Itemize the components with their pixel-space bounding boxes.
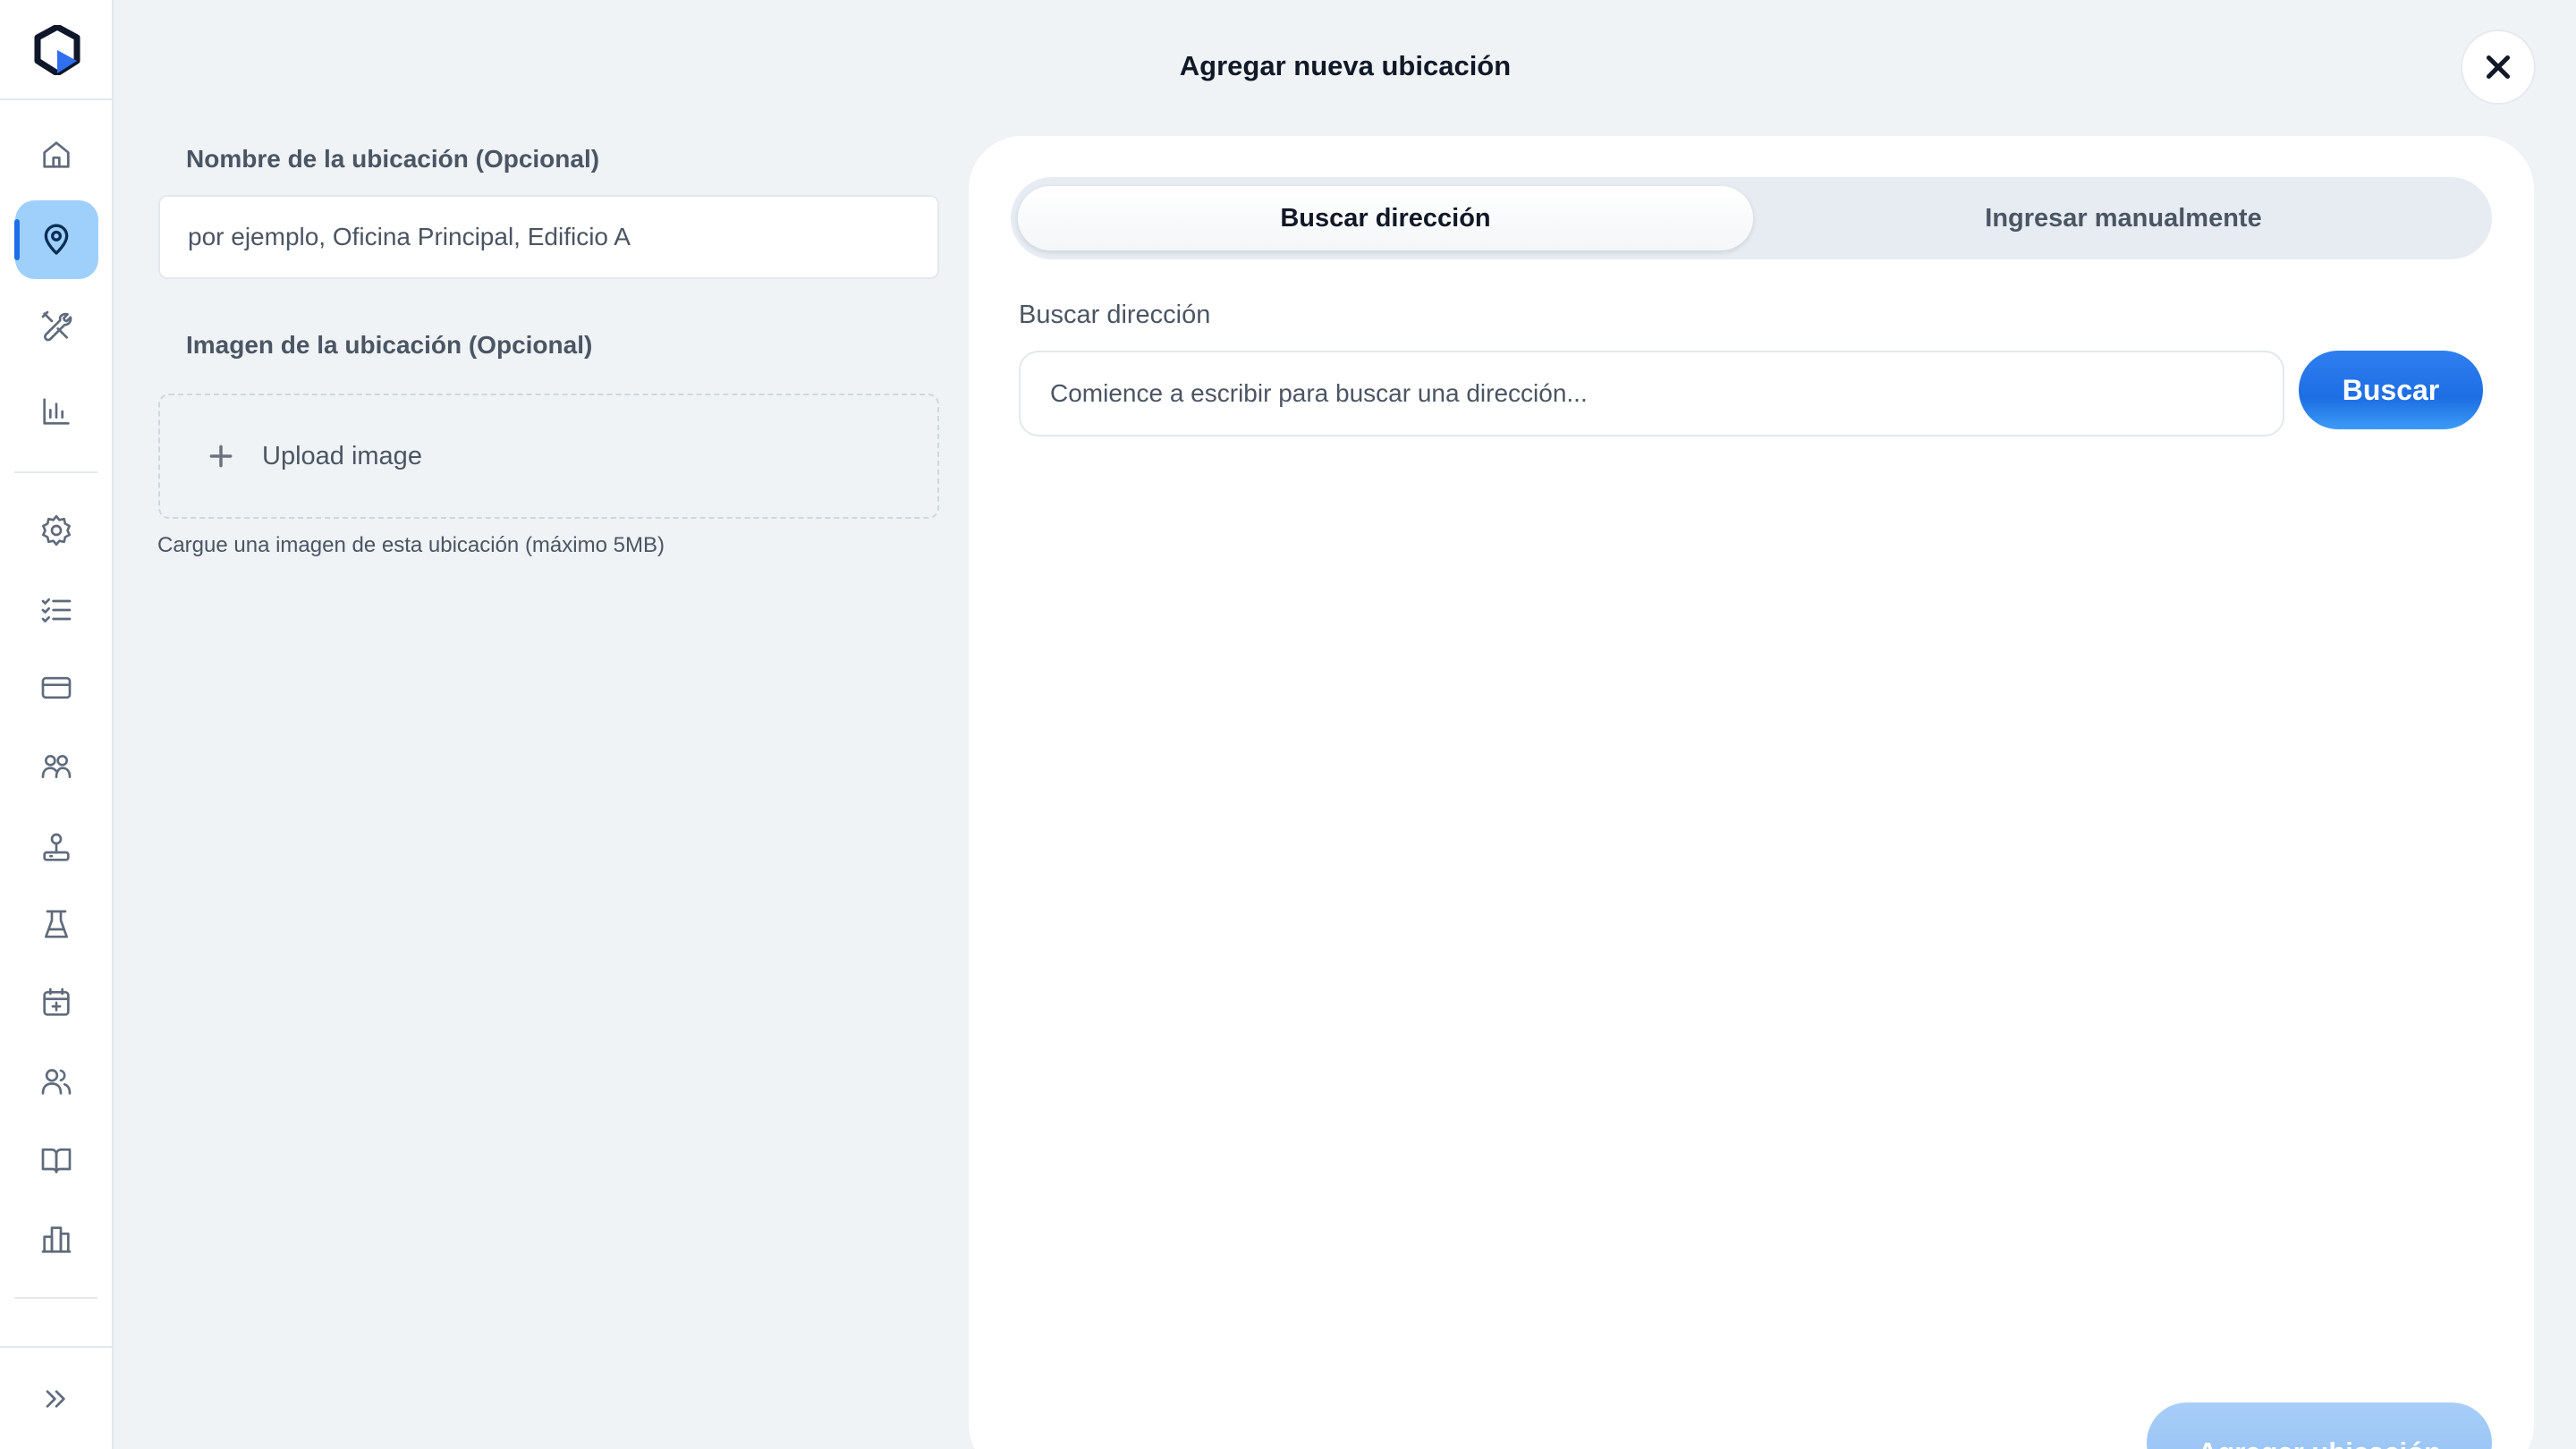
location-name-label: Nombre de la ubicación (Opcional) [186, 145, 600, 173]
address-mode-toggle: Buscar dirección Ingresar manualmente [1011, 177, 2492, 259]
location-name-input[interactable] [158, 195, 939, 279]
app-logo-icon[interactable] [34, 23, 80, 77]
tab-manual-entry[interactable]: Ingresar manualmente [1762, 186, 2485, 250]
tab-search-address[interactable]: Buscar dirección [1018, 186, 1753, 250]
close-icon [2486, 55, 2511, 80]
plus-icon [207, 442, 235, 470]
sidebar-divider [14, 471, 97, 473]
bar-chart-icon[interactable] [37, 392, 76, 431]
upload-help-text: Cargue una imagen de esta ubicación (máx… [157, 533, 665, 557]
calendar-add-icon[interactable] [37, 983, 76, 1022]
sidebar-divider [14, 1297, 97, 1299]
home-icon[interactable] [37, 135, 76, 174]
close-button[interactable] [2461, 30, 2536, 105]
lab-flask-icon[interactable] [37, 905, 76, 945]
team-icon[interactable] [37, 747, 76, 786]
credit-card-icon[interactable] [37, 668, 76, 708]
modal-title: Agregar nueva ubicación [1179, 50, 1512, 81]
sidebar-divider [0, 98, 112, 100]
search-address-label: Buscar dirección [1019, 301, 1211, 329]
expand-chevrons-icon[interactable] [37, 1379, 76, 1419]
map-pin-icon[interactable] [37, 220, 76, 259]
checklist-icon[interactable] [37, 590, 76, 630]
add-location-button[interactable]: Agregar ubicación [2147, 1402, 2492, 1449]
sidebar-divider [0, 1346, 112, 1348]
upload-image-label: Upload image [262, 441, 422, 470]
book-open-icon[interactable] [37, 1140, 76, 1180]
sidebar-active-indicator [14, 219, 20, 260]
gear-icon[interactable] [37, 511, 76, 550]
building-icon[interactable] [37, 1220, 76, 1259]
search-button[interactable]: Buscar [2299, 351, 2483, 429]
users-icon[interactable] [37, 1062, 76, 1101]
tools-icon[interactable] [37, 306, 76, 345]
joystick-icon[interactable] [37, 828, 76, 868]
upload-image-dropzone[interactable]: Upload image [158, 394, 939, 519]
location-image-label: Imagen de la ubicación (Opcional) [186, 331, 593, 359]
sidebar [0, 0, 114, 1449]
address-panel [969, 136, 2534, 1449]
search-address-input[interactable] [1019, 351, 2284, 436]
